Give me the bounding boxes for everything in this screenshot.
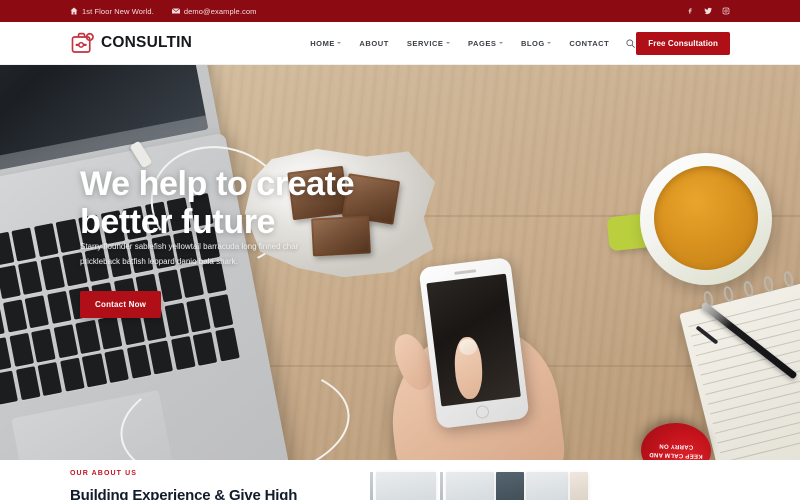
topbar-email-text: demo@example.com xyxy=(183,6,257,16)
hero-title-line2: better future xyxy=(80,203,276,242)
nav-item-service[interactable]: SERVICE xyxy=(398,39,459,48)
hero-overlay: We help to create better future Starry f… xyxy=(0,65,800,460)
site-header: CONSULTIN HOME ABOUT SERVICE PAGES BLOG … xyxy=(0,22,800,65)
briefcase-gear-icon xyxy=(70,31,96,55)
about-image-warm xyxy=(570,472,588,500)
envelope-icon xyxy=(171,8,180,14)
topbar-address: 1st Floor New World. xyxy=(70,7,154,16)
nav-label-pages: PAGES xyxy=(467,38,497,48)
twitter-icon[interactable] xyxy=(703,7,712,16)
nav-label-blog: BLOG xyxy=(520,38,545,48)
contact-now-button[interactable]: Contact Now xyxy=(80,291,162,318)
topbar-email[interactable]: demo@example.com xyxy=(171,6,257,16)
about-image-group xyxy=(362,470,730,500)
hero-subtitle: Starry flounder sablefish yellowtail bar… xyxy=(80,242,299,266)
top-info-bar: 1st Floor New World. demo@example.com xyxy=(0,0,800,22)
nav-item-contact[interactable]: CONTACT xyxy=(560,39,618,48)
free-consultation-button[interactable]: Free Consultation xyxy=(636,31,730,55)
nav-item-home[interactable]: HOME xyxy=(301,39,350,48)
main-navigation: HOME ABOUT SERVICE PAGES BLOG CONTACT xyxy=(301,38,636,49)
about-image-edge xyxy=(370,472,373,500)
about-heading: Building Experience & Give High xyxy=(70,487,298,500)
nav-label-home: HOME xyxy=(310,38,335,48)
home-icon xyxy=(70,7,78,15)
logo[interactable]: CONSULTIN xyxy=(70,31,192,55)
instagram-icon[interactable] xyxy=(721,7,730,16)
nav-item-pages[interactable]: PAGES xyxy=(459,39,512,48)
about-image xyxy=(446,472,494,500)
about-image xyxy=(376,472,436,500)
nav-label-about: ABOUT xyxy=(359,38,389,48)
nav-label-contact: CONTACT xyxy=(569,38,610,48)
facebook-icon[interactable] xyxy=(685,7,694,16)
hero-section: KEEP CALM AND CARRY ON We help to create… xyxy=(0,65,800,460)
topbar-contact-group: 1st Floor New World. demo@example.com xyxy=(70,7,256,16)
hero-title-line1: We help to create xyxy=(80,165,355,203)
logo-text: CONSULTIN xyxy=(101,34,193,51)
about-image xyxy=(526,472,568,500)
hero-title: We help to create better future xyxy=(80,165,355,242)
about-section: OUR ABOUT US Building Experience & Give … xyxy=(0,460,800,500)
about-image-dark xyxy=(496,472,524,500)
chevron-down-icon xyxy=(445,42,450,44)
nav-label-service: SERVICE xyxy=(406,38,444,48)
search-icon[interactable] xyxy=(625,38,636,49)
social-links xyxy=(685,7,730,16)
about-image-edge xyxy=(440,472,443,500)
chevron-down-icon xyxy=(498,42,503,44)
about-eyebrow: OUR ABOUT US xyxy=(70,470,137,477)
chevron-down-icon xyxy=(547,42,552,44)
nav-item-about[interactable]: ABOUT xyxy=(350,39,397,48)
chevron-down-icon xyxy=(337,42,342,44)
nav-item-blog[interactable]: BLOG xyxy=(512,39,560,48)
topbar-address-text: 1st Floor New World. xyxy=(82,6,154,16)
